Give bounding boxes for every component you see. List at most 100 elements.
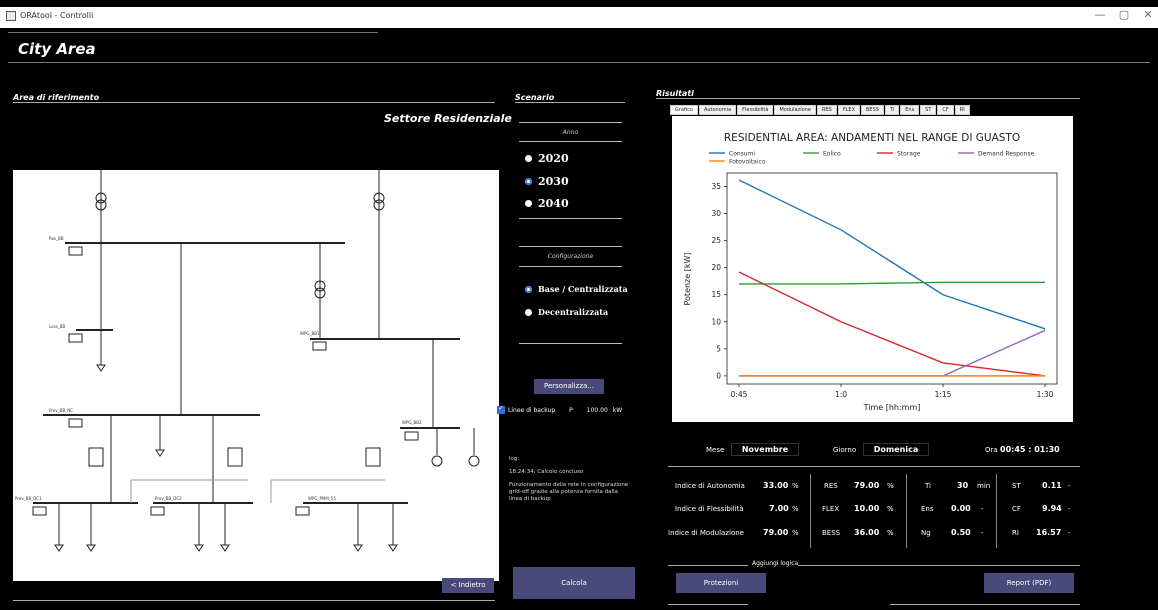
year-2030-radio[interactable]: 2030 — [525, 175, 569, 188]
backup-value[interactable]: 100.00 — [587, 407, 608, 414]
back-button[interactable]: < Indietro — [442, 578, 494, 593]
legend-label: Eolico — [823, 151, 841, 158]
ti-unit: min — [977, 482, 991, 490]
chart-axes: 0 5 10 15 20 25 30 35 0:45 1:0 1:15 1:30 — [711, 182, 1053, 399]
network-schematic: Res_BB Loss_BB WPG_BB1 Prov_BB_NC WPG_BB… — [15, 170, 480, 552]
radio-indicator — [525, 200, 532, 207]
giorno-value[interactable]: Domenica — [863, 443, 929, 456]
radio-label: Decentralizzata — [538, 307, 609, 317]
radio-label: 2020 — [538, 152, 569, 165]
indices-separator — [906, 474, 907, 548]
radio-label: 2030 — [538, 175, 569, 188]
anno-caption: Anno — [562, 129, 579, 136]
bottom-rule-left — [668, 604, 748, 605]
node-label: Prov_BB_DC1 — [15, 496, 42, 501]
log-message: Funzionamento della rete in configurazio… — [509, 482, 629, 502]
tab-res[interactable]: RES — [816, 105, 837, 115]
ora-label: Ora — [985, 446, 998, 454]
node-label: WPG_BB2 — [402, 420, 422, 425]
indices-rule-top — [668, 466, 1080, 467]
node-label: Res_BB — [49, 236, 64, 241]
bottom-rule-right — [890, 604, 1080, 605]
maximize-icon[interactable]: ▢ — [1114, 8, 1134, 21]
node-label: Prov_BB_DC2 — [155, 496, 182, 501]
ri-unit: - — [1068, 529, 1071, 537]
title-divider — [8, 62, 1150, 63]
autonomia-label: Indice di Autonomia — [675, 482, 745, 490]
tab-flex[interactable]: FLEX — [837, 105, 860, 115]
flessibilita-unit: % — [792, 505, 799, 513]
modulazione-value: 79.00 — [763, 528, 789, 537]
chart-title: RESIDENTIAL AREA: ANDAMENTI NEL RANGE DI… — [724, 132, 1020, 144]
ri-value: 16.57 — [1036, 528, 1062, 537]
results-tabs: Grafico Autonomia Flessibilità Modulazio… — [670, 105, 971, 116]
tab-ens[interactable]: Ens — [900, 105, 920, 115]
giorno-label: Giorno — [833, 446, 857, 454]
anno-rule-top — [519, 122, 622, 123]
node-label: WPG_PMM_55 — [308, 496, 336, 501]
config-caption: Configurazione — [547, 253, 594, 260]
report-pdf-button[interactable]: Report (PDF) — [984, 573, 1074, 593]
ens-label: Ens — [921, 505, 934, 513]
node-label: WPG_BB1 — [300, 331, 320, 336]
backup-lines-row[interactable]: Linee di backup P 100.00 kW — [497, 404, 623, 414]
backup-unit: kW — [612, 406, 623, 414]
tab-flessibilita[interactable]: Flessibilità — [737, 105, 774, 115]
y-tick-label: 10 — [711, 317, 721, 326]
minimize-icon[interactable]: — — [1090, 8, 1110, 21]
tab-ti[interactable]: Ti — [884, 105, 900, 115]
radio-indicator — [525, 285, 532, 293]
res-unit: % — [887, 482, 894, 490]
y-tick-label: 20 — [711, 263, 721, 272]
indices-separator — [996, 474, 997, 548]
tab-autonomia[interactable]: Autonomia — [698, 105, 737, 115]
config-base-radio[interactable]: Base / Centralizzata — [525, 284, 628, 294]
area-section-rule — [13, 102, 495, 103]
bess-value: 36.00 — [854, 528, 880, 537]
scenario-section-label: Scenario — [515, 93, 555, 102]
tab-grafico[interactable]: Grafico — [670, 105, 698, 115]
st-label: ST — [1012, 482, 1021, 490]
res-value: 79.00 — [854, 481, 880, 490]
radio-label: Base / Centralizzata — [538, 284, 628, 294]
ens-value: 0.00 — [951, 504, 971, 513]
st-value: 0.11 — [1042, 481, 1062, 490]
area-section-label: Area di riferimento — [13, 93, 100, 102]
radio-label: 2040 — [538, 197, 569, 210]
cf-label: CF — [1012, 505, 1021, 513]
flessibilita-label: Indice di Flessibilità — [675, 505, 744, 513]
backup-label: Linee di backup — [508, 406, 556, 414]
series-line-storage — [738, 271, 1046, 377]
year-2040-radio[interactable]: 2040 — [525, 197, 569, 210]
tab-ri[interactable]: RI — [954, 105, 970, 115]
header-divider — [8, 32, 378, 33]
tab-st[interactable]: ST — [920, 105, 937, 115]
config-decentral-radio[interactable]: Decentralizzata — [525, 307, 608, 317]
calcola-button[interactable]: Calcola — [513, 567, 635, 599]
flessibilita-value: 7.00 — [769, 504, 789, 513]
year-2020-radio[interactable]: 2020 — [525, 152, 569, 165]
scenario-rule — [515, 102, 625, 103]
ng-label: Ng — [921, 529, 931, 537]
x-tick-label: 1:0 — [835, 390, 847, 399]
legend-label: Storage — [897, 151, 921, 158]
series-line-consumi — [738, 179, 1046, 330]
config-rule — [519, 266, 622, 267]
ng-value: 0.50 — [951, 528, 971, 537]
series-line-demand-response — [739, 329, 1046, 377]
modulazione-unit: % — [792, 529, 799, 537]
personalizza-button[interactable]: Personalizza... — [534, 379, 604, 394]
y-tick-label: 0 — [716, 371, 721, 380]
mese-value[interactable]: Novembre — [731, 443, 799, 456]
ti-value: 30 — [957, 481, 969, 490]
chart-frame: RESIDENTIAL AREA: ANDAMENTI NEL RANGE DI… — [672, 116, 1073, 422]
y-tick-label: 35 — [711, 182, 721, 191]
backup-checkbox[interactable] — [497, 404, 505, 414]
chart-series — [738, 179, 1046, 377]
protezioni-button[interactable]: Protezioni — [676, 573, 766, 593]
close-icon[interactable]: ✕ — [1138, 8, 1158, 21]
bess-unit: % — [887, 529, 894, 537]
tab-bess[interactable]: BESS — [861, 105, 884, 115]
tab-modulazione[interactable]: Modulazione — [774, 105, 816, 115]
tab-cf[interactable]: CF — [937, 105, 954, 115]
